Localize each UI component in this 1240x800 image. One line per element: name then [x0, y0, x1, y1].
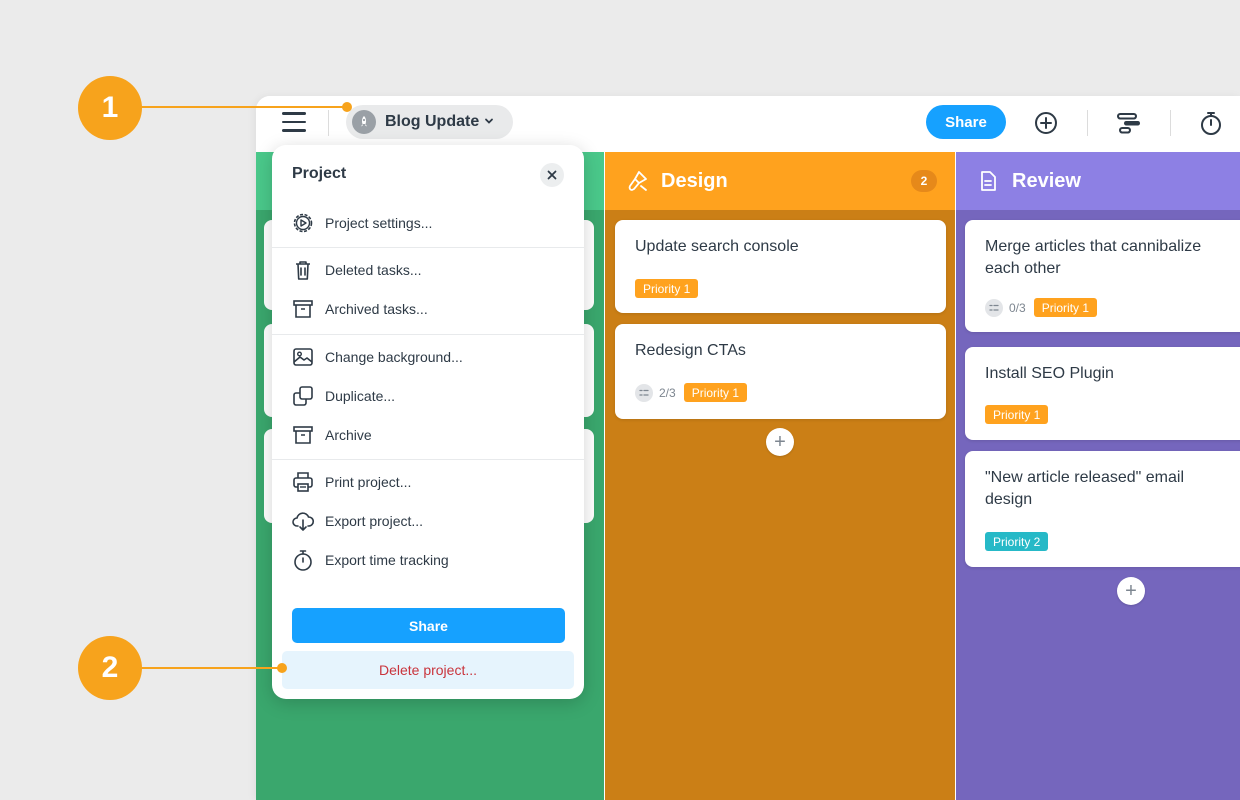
column-header: Design 2: [605, 152, 955, 210]
menu-item-export-project[interactable]: Export project...: [272, 503, 584, 539]
task-card[interactable]: Update search console Priority 1: [615, 220, 946, 313]
menu-item-archive[interactable]: Archive: [272, 417, 584, 453]
stopwatch-icon: [291, 548, 315, 572]
callout-2-dot: [277, 663, 287, 673]
menu-item-label: Export time tracking: [325, 552, 449, 568]
project-menu: Project Project settings... Deleted task…: [272, 145, 584, 699]
printer-icon: [291, 470, 315, 494]
priority-badge: Priority 1: [985, 405, 1049, 424]
callout-1-dot: [342, 102, 352, 112]
callout-2-line: [140, 667, 282, 669]
task-card[interactable]: Install SEO Plugin Priority 1: [965, 347, 1240, 440]
callout-1-line: [140, 106, 347, 108]
duplicate-icon: [291, 384, 315, 408]
document-icon: [976, 169, 1000, 193]
menu-share-button[interactable]: Share: [292, 608, 565, 643]
checklist-progress: 2/3: [635, 383, 676, 402]
gear-play-icon: [291, 211, 315, 235]
hamburger-icon[interactable]: [282, 112, 306, 134]
menu-divider: [272, 334, 584, 335]
menu-item-label: Deleted tasks...: [325, 262, 422, 278]
card-title: "New article released" email design: [985, 469, 1184, 508]
chevron-down-icon: [484, 116, 494, 128]
menu-item-label: Archived tasks...: [325, 301, 428, 317]
top-bar: Blog Update Share: [256, 96, 1240, 152]
callout-2: 2: [78, 636, 142, 700]
column-title: Design: [661, 169, 728, 192]
callout-1: 1: [78, 76, 142, 140]
menu-divider: [272, 459, 584, 460]
close-icon[interactable]: [540, 163, 564, 187]
menu-item-label: Duplicate...: [325, 388, 396, 404]
menu-item-label: Archive: [325, 427, 372, 443]
archive-box-icon: [291, 297, 315, 321]
trash-icon: [291, 258, 315, 282]
menu-item-project-settings[interactable]: Project settings...: [272, 205, 584, 241]
task-card[interactable]: Redesign CTAs 2/3 Priority 1: [615, 324, 946, 419]
rocket-icon: [352, 110, 376, 134]
menu-item-label: Change background...: [325, 349, 463, 365]
checklist-count: 2/3: [659, 385, 676, 400]
menu-item-deleted-tasks[interactable]: Deleted tasks...: [272, 252, 584, 288]
menu-item-label: Export project...: [325, 513, 424, 529]
image-icon: [291, 345, 315, 369]
topbar-divider: [1087, 110, 1088, 136]
share-button[interactable]: Share: [926, 105, 1006, 139]
card-title: Merge articles that cannibalize each oth…: [985, 238, 1202, 277]
menu-item-label: Project settings...: [325, 215, 433, 231]
menu-divider: [272, 247, 584, 248]
column-title: Review: [1012, 169, 1081, 192]
menu-item-duplicate[interactable]: Duplicate...: [272, 378, 584, 414]
menu-item-label: Print project...: [325, 474, 412, 490]
priority-badge: Priority 2: [985, 532, 1049, 551]
priority-badge: Priority 1: [683, 383, 748, 402]
menu-item-export-time-tracking[interactable]: Export time tracking: [272, 542, 584, 578]
add-task-button[interactable]: +: [766, 428, 794, 456]
menu-item-print-project[interactable]: Print project...: [272, 464, 584, 500]
task-card[interactable]: Merge articles that cannibalize each oth…: [965, 220, 1240, 332]
column-count: 2: [911, 170, 937, 192]
card-title: Update search console: [635, 238, 799, 255]
timeline-icon[interactable]: [1116, 110, 1142, 136]
cloud-download-icon: [291, 509, 315, 533]
task-card[interactable]: "New article released" email design Prio…: [965, 451, 1240, 567]
checklist-progress: 0/3: [985, 298, 1026, 317]
checklist-count: 0/3: [1009, 300, 1026, 315]
column-review: Review Merge articles that cannibalize e…: [956, 152, 1240, 800]
project-name: Blog Update: [385, 113, 480, 130]
topbar-divider: [328, 110, 329, 136]
menu-item-archived-tasks[interactable]: Archived tasks...: [272, 291, 584, 327]
checklist-icon: [635, 383, 653, 402]
priority-badge: Priority 1: [635, 279, 699, 298]
menu-title: Project: [292, 165, 347, 182]
stopwatch-icon[interactable]: [1198, 110, 1224, 136]
card-title: Install SEO Plugin: [985, 365, 1114, 382]
project-selector[interactable]: Blog Update: [346, 105, 513, 139]
plus-circle-icon[interactable]: [1033, 110, 1059, 136]
delete-project-button[interactable]: Delete project...: [282, 651, 574, 689]
archive-box-icon: [291, 423, 315, 447]
card-title: Redesign CTAs: [635, 342, 746, 359]
paint-brush-icon: [625, 169, 649, 193]
menu-item-change-background[interactable]: Change background...: [272, 339, 584, 375]
add-task-button[interactable]: +: [1117, 577, 1145, 605]
column-design: Design 2 Update search console Priority …: [605, 152, 955, 800]
column-header: Review: [956, 152, 1240, 210]
topbar-divider: [1170, 110, 1171, 136]
checklist-icon: [985, 298, 1003, 317]
priority-badge: Priority 1: [1033, 298, 1098, 317]
